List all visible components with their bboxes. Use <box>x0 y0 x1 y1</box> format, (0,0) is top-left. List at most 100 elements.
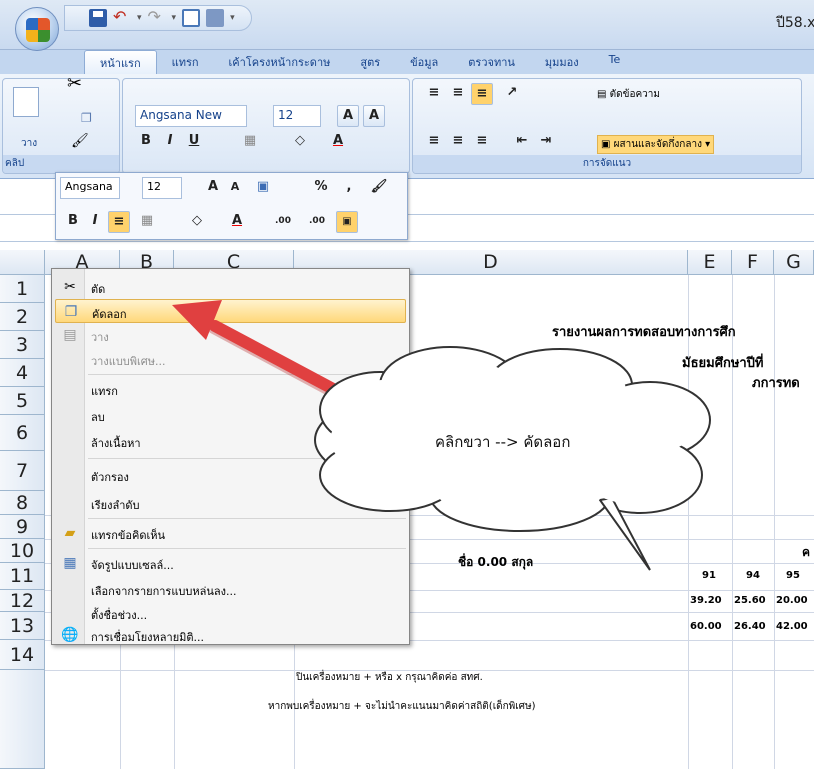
format-painter-icon[interactable]: 🖌 <box>71 133 89 149</box>
cell-d13[interactable]: ปินเครื่องหมาย + หรือ x กรุณาคิดค่อ สทศ. <box>296 670 483 685</box>
orientation-icon[interactable]: ↗ <box>501 83 523 105</box>
chevron-down-icon[interactable]: ▾ <box>137 13 142 23</box>
select-all-corner[interactable] <box>0 250 45 275</box>
column-header-g[interactable]: G <box>774 250 814 275</box>
menu-item-filter[interactable]: ตัวกรอง <box>55 463 406 487</box>
underline-button[interactable]: U <box>183 131 205 153</box>
align-top-icon[interactable]: ≡ <box>423 83 445 105</box>
wrap-text-button[interactable]: ▤ ตัดข้อความ <box>597 87 660 102</box>
menu-item-format-cells[interactable]: ▦ จัดรูปแบบเซลล์... <box>55 551 406 575</box>
row-header-12[interactable]: 12 <box>0 590 45 612</box>
cell-f9[interactable]: 94 <box>746 570 760 581</box>
cell-d14[interactable]: หากพบเครื่องหมาย + จะไม่นำคะแนนมาคิดค่าส… <box>268 699 536 714</box>
menu-item-name-range[interactable]: ตั้งชื่อช่วง... <box>55 601 406 625</box>
menu-item-insert[interactable]: แทรก <box>55 377 406 401</box>
redo-icon[interactable] <box>148 7 166 27</box>
cell-e9[interactable]: 91 <box>702 570 716 581</box>
tab-view[interactable]: มุมมอง <box>530 50 594 74</box>
mini-italic-button[interactable]: I <box>84 211 106 233</box>
tab-te[interactable]: Te <box>594 50 636 74</box>
mini-borders-icon[interactable]: ▦ <box>136 211 158 233</box>
tab-formulas[interactable]: สูตร <box>345 50 395 74</box>
menu-item-copy[interactable]: ❐ คัดลอก <box>55 299 406 323</box>
align-middle-icon[interactable]: ≡ <box>447 83 469 105</box>
cell-g8[interactable]: ค <box>802 543 810 562</box>
align-left-icon[interactable]: ≡ <box>423 131 445 153</box>
paste-label[interactable]: วาง <box>21 136 37 151</box>
comma-button[interactable]: , <box>338 177 360 199</box>
bold-button[interactable]: B <box>135 131 157 153</box>
row-header-5[interactable]: 5 <box>0 387 45 415</box>
cell-f10[interactable]: 25.60 <box>734 595 766 606</box>
tab-data[interactable]: ข้อมูล <box>395 50 453 74</box>
increase-decimal-button[interactable]: .00 <box>268 211 298 233</box>
mini-font-size-box[interactable]: 12 <box>142 177 182 199</box>
cell-e11[interactable]: 60.00 <box>690 621 722 632</box>
menu-item-sort[interactable]: เรียงลำดับ <box>55 491 406 515</box>
fill-color-icon[interactable]: ◇ <box>289 131 311 153</box>
mini-merge-icon[interactable]: ▣ <box>336 211 358 233</box>
cell-g9[interactable]: 95 <box>786 570 800 581</box>
row-header-8[interactable]: 8 <box>0 491 45 515</box>
cell-f11[interactable]: 26.40 <box>734 621 766 632</box>
mini-center-icon[interactable]: ≡ <box>108 211 130 233</box>
row-header-1[interactable]: 1 <box>0 275 45 303</box>
mini-grow-font-button[interactable]: A <box>202 177 224 199</box>
office-button[interactable] <box>15 7 59 51</box>
cell-d3[interactable]: มัธยมศึกษาปีที่ <box>682 352 764 373</box>
align-right-icon[interactable]: ≡ <box>471 131 493 153</box>
menu-item-paste-special[interactable]: วางแบบพิเศษ... <box>55 347 406 371</box>
shrink-font-button[interactable]: A <box>363 105 385 127</box>
row-header-14[interactable]: 14 <box>0 640 45 670</box>
percent-button[interactable]: % <box>310 177 332 199</box>
save-icon[interactable] <box>89 9 107 27</box>
cut-icon[interactable]: ✂ <box>67 73 82 94</box>
row-header-2[interactable]: 2 <box>0 303 45 331</box>
row-header-11[interactable]: 11 <box>0 563 45 590</box>
cell-e10[interactable]: 39.20 <box>690 595 722 606</box>
row-header-6[interactable]: 6 <box>0 415 45 451</box>
chevron-down-icon[interactable]: ▾ <box>172 13 177 23</box>
print-preview-icon[interactable] <box>182 9 201 27</box>
cell-d8[interactable]: ชื่อ 0.00 สกุล <box>458 553 533 572</box>
cell-d2[interactable]: รายงานผลการทดสอบทางการศึก <box>552 321 736 342</box>
tab-home[interactable]: หน้าแรก <box>84 50 157 74</box>
row-header-7[interactable]: 7 <box>0 451 45 491</box>
column-header-f[interactable]: F <box>732 250 774 275</box>
font-size-box[interactable]: 12 <box>273 105 321 127</box>
mini-shrink-font-button[interactable]: A <box>224 177 246 199</box>
tab-insert[interactable]: แทรก <box>157 50 214 74</box>
menu-item-paste[interactable]: ▤ วาง <box>55 323 406 347</box>
merge-center-button[interactable]: ▣ ผสานและจัดกึ่งกลาง ▾ <box>597 135 715 154</box>
cell-d4[interactable]: ภการทด <box>752 372 800 393</box>
decrease-decimal-button[interactable]: .00 <box>302 211 332 233</box>
row-header-10[interactable]: 10 <box>0 539 45 563</box>
tab-page-layout[interactable]: เค้าโครงหน้ากระดาษ <box>214 50 346 74</box>
italic-button[interactable]: I <box>159 131 181 153</box>
row-header-9[interactable]: 9 <box>0 515 45 539</box>
format-painter-icon[interactable]: 🖌 <box>368 177 390 199</box>
increase-indent-icon[interactable]: ⇥ <box>535 131 557 153</box>
column-header-e[interactable]: E <box>688 250 732 275</box>
cell-g11[interactable]: 42.00 <box>776 621 808 632</box>
copy-icon[interactable]: ❐ <box>81 111 92 125</box>
align-bottom-icon[interactable]: ≡ <box>471 83 493 105</box>
menu-item-hyperlink[interactable]: 🌐 การเชื่อมโยงหลายมิติ... <box>55 623 406 647</box>
menu-item-pick-from-list[interactable]: เลือกจากรายการแบบหล่นลง... <box>55 577 406 601</box>
mini-bold-button[interactable]: B <box>62 211 84 233</box>
cell-g10[interactable]: 20.00 <box>776 595 808 606</box>
font-color-button[interactable]: A <box>327 131 349 153</box>
mini-fill-color-icon[interactable]: ◇ <box>186 211 208 233</box>
accounting-icon[interactable]: ▣ <box>252 177 274 199</box>
mini-font-name-box[interactable]: Angsana <box>60 177 120 199</box>
align-center-icon[interactable]: ≡ <box>447 131 469 153</box>
paste-icon[interactable] <box>13 87 39 117</box>
grow-font-button[interactable]: A <box>337 105 359 127</box>
menu-item-insert-comment[interactable]: ▰ แทรกข้อคิดเห็น <box>55 521 406 545</box>
undo-icon[interactable] <box>113 7 131 27</box>
borders-icon[interactable]: ▦ <box>239 131 261 153</box>
customize-qat-icon[interactable]: ▾ <box>230 13 235 23</box>
tab-review[interactable]: ตรวจทาน <box>453 50 530 74</box>
menu-item-cut[interactable]: ✂ ตัด <box>55 275 406 299</box>
mini-font-color-button[interactable]: A <box>226 211 248 233</box>
